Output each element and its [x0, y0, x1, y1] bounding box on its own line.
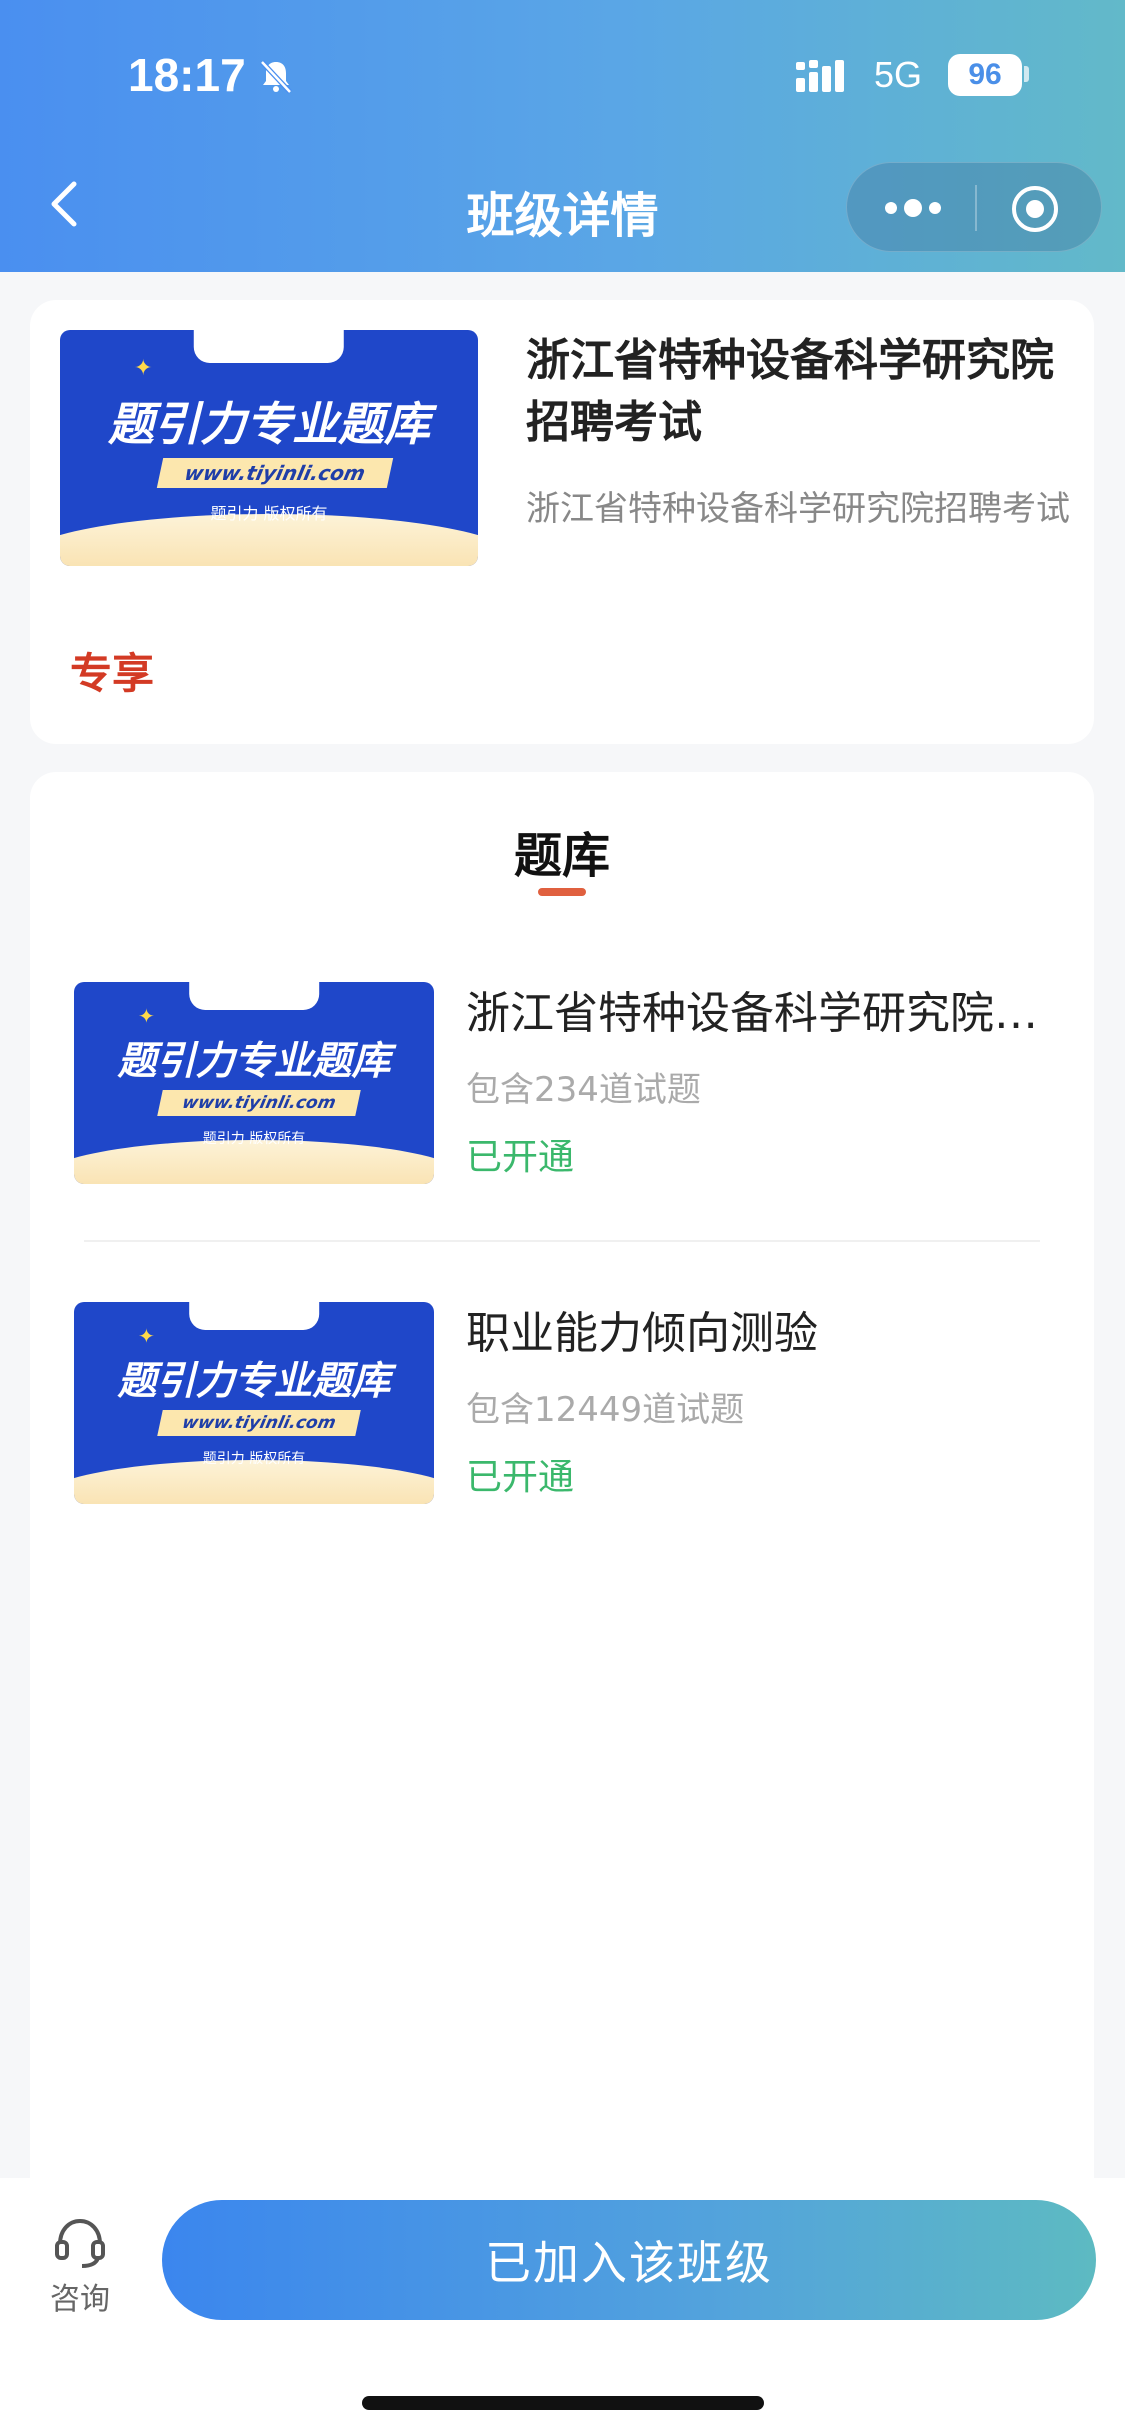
joined-class-button[interactable]: 已加入该班级 [162, 2200, 1096, 2320]
banner-copyright: 题引力 版权所有 [202, 1451, 306, 1467]
class-title: 浙江省特种设备科学研究院招聘考试 [526, 335, 1054, 448]
banner-url: www.tiyinli.com [156, 458, 394, 488]
question-bank-item[interactable]: ✦ 题引力专业题库 www.tiyinli.com 题引力 版权所有 职业能力倾… [30, 1302, 1094, 1522]
bell-muted-icon [260, 60, 292, 94]
headset-icon [55, 2218, 105, 2268]
capsule-divider [975, 185, 977, 231]
close-target-icon[interactable] [1009, 183, 1061, 235]
bank-cover-image: ✦ 题引力专业题库 www.tiyinli.com 题引力 版权所有 [74, 982, 434, 1184]
battery-tip [1024, 66, 1029, 82]
status-bar: 18:17 5G 96 [0, 0, 1125, 150]
item-divider [84, 1240, 1040, 1242]
banner-headline: 题引力专业题库 [117, 1039, 391, 1084]
banner-url: www.tiyinli.com [157, 1090, 361, 1116]
header: 18:17 5G 96 班级详情 [0, 0, 1125, 272]
bank-status: 已开通 [466, 1137, 575, 1178]
mini-program-capsule [846, 162, 1102, 252]
consult-label: 咨询 [50, 2282, 110, 2317]
banner-copyright: 题引力 版权所有 [210, 504, 328, 523]
banner-url: www.tiyinli.com [157, 1410, 361, 1436]
network-type: 5G [874, 54, 923, 95]
exclusive-tag: 专享 [70, 649, 155, 698]
battery-level: 96 [948, 54, 1022, 96]
question-bank-section: 题库 ✦ 题引力专业题库 www.tiyinli.com 题引力 版权所有 浙江… [30, 772, 1094, 2212]
section-title[interactable]: 题库 [30, 816, 1094, 886]
banner-headline: 题引力专业题库 [108, 397, 430, 451]
class-cover-image: ✦ 题引力专业题库 www.tiyinli.com 题引力 版权所有 [60, 330, 478, 566]
home-indicator [362, 2396, 764, 2410]
bank-cover-image: ✦ 题引力专业题库 www.tiyinli.com 题引力 版权所有 [74, 1302, 434, 1504]
bank-name: 职业能力倾向测验 [466, 1308, 818, 1359]
class-info-card: ✦ 题引力专业题库 www.tiyinli.com 题引力 版权所有 浙江省特种… [30, 300, 1094, 744]
bank-question-count: 包含234道试题 [466, 1070, 701, 1110]
status-time: 18:17 [128, 49, 246, 101]
consult-button[interactable]: 咨询 [40, 2214, 120, 2324]
banner-copyright: 题引力 版权所有 [202, 1131, 306, 1147]
question-bank-item[interactable]: ✦ 题引力专业题库 www.tiyinli.com 题引力 版权所有 浙江省特种… [30, 982, 1094, 1202]
section-tab-indicator [538, 888, 586, 896]
signal-icon [796, 60, 844, 92]
class-description: 浙江省特种设备科学研究院招聘考试 [526, 489, 1070, 529]
bank-status: 已开通 [466, 1457, 575, 1498]
more-icon[interactable] [881, 190, 945, 226]
banner-headline: 题引力专业题库 [117, 1359, 391, 1404]
bank-name: 浙江省特种设备科学研究院招聘考试 [466, 988, 1066, 1039]
bank-question-count: 包含12449道试题 [466, 1390, 745, 1430]
